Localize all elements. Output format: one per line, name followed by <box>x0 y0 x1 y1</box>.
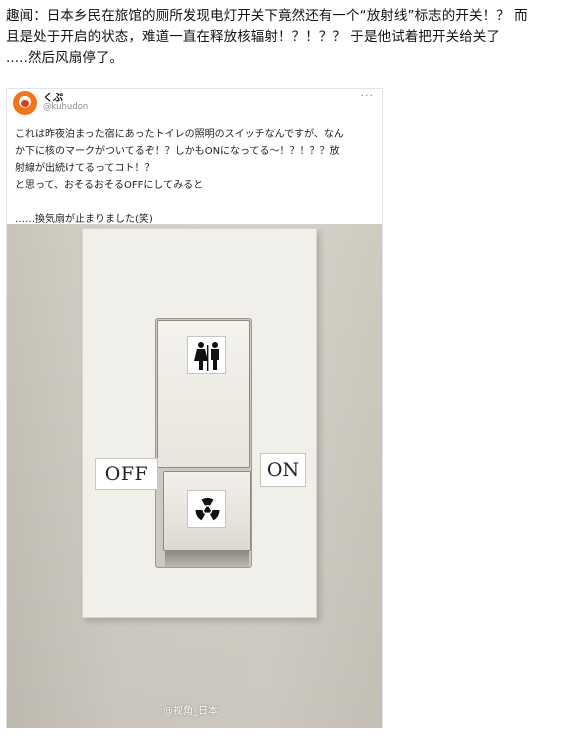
tweet-line: 射線が出続けてるってコト！？ <box>15 163 155 174</box>
on-label-sticker: ON <box>260 453 306 487</box>
post-line: .....然后风扇停了。 <box>6 50 124 66</box>
embedded-tweet-card[interactable]: くぷ @kuhudon ··· これは昨夜泊まった宿にあったトイレの照明のスイッ… <box>6 88 383 728</box>
post-line: 趣闻：日本乡民在旅馆的厕所发现电灯开关下竟然还有一个“放射线”标志的开关！？ 而 <box>6 8 528 24</box>
radiation-sticker <box>187 490 226 528</box>
tweet-photo[interactable]: OFF ON @视角_日本 <box>7 224 382 728</box>
post-text: 趣闻：日本乡民在旅馆的厕所发现电灯开关下竟然还有一个“放射线”标志的开关！？ 而… <box>6 6 577 69</box>
post-line: 且是处于开启的状态，难道一直在释放核辐射！？！？？ 于是他试着把开关给关了 <box>6 29 500 45</box>
off-label-sticker: OFF <box>95 458 158 490</box>
tweet-line: か下に核のマークがついてるぞ！？しかもONになってる〜！？！？？放 <box>15 146 340 157</box>
avatar[interactable] <box>13 91 37 115</box>
tweet-line: と思って、おそるおそるOFFにしてみると <box>15 180 204 191</box>
tweet-line: これは昨夜泊まった宿にあったトイレの照明のスイッチなんですが、なん <box>15 129 344 140</box>
switch-shadow <box>165 551 249 567</box>
more-options-icon[interactable]: ··· <box>361 89 375 102</box>
restroom-icon <box>194 342 219 371</box>
photo-watermark: @视角_日本 <box>163 706 218 717</box>
tweet-header: くぷ @kuhudon ··· <box>7 89 382 121</box>
restroom-sticker <box>187 336 226 374</box>
tweet-text: これは昨夜泊まった宿にあったトイレの照明のスイッチなんですが、なん か下に核のマ… <box>15 126 377 228</box>
user-handle[interactable]: @kuhudon <box>43 102 88 112</box>
radiation-icon <box>195 497 220 521</box>
